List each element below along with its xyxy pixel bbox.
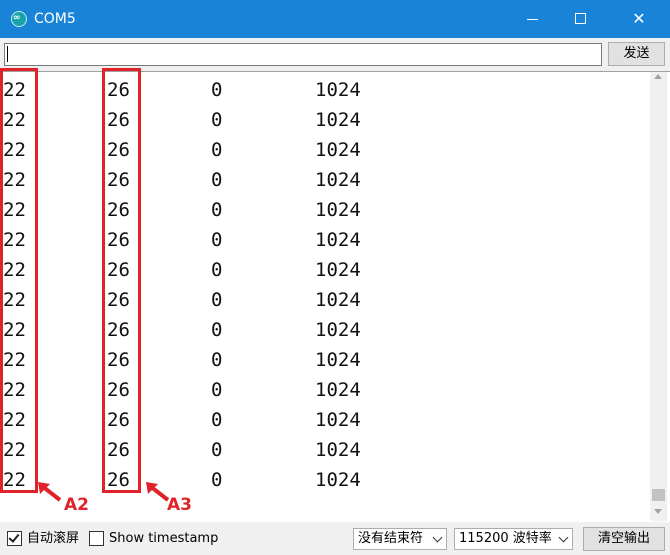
minimize-button[interactable] xyxy=(510,0,556,38)
text-caret xyxy=(7,46,8,62)
output-line: 22 26 0 1024 xyxy=(0,435,640,465)
output-value: 0 xyxy=(211,319,223,341)
output-value: 0 xyxy=(211,409,223,431)
a2-label: A2 xyxy=(64,495,89,515)
show-timestamp-checkbox[interactable] xyxy=(89,531,104,546)
checkmark-icon xyxy=(8,531,20,543)
output-line: 22 26 0 1024 xyxy=(0,285,640,315)
a2-highlight-box xyxy=(0,68,38,493)
output-value: 1024 xyxy=(315,439,361,461)
title-bar: ∞ COM5 ✕ xyxy=(0,0,670,38)
a2-arrow-icon xyxy=(38,482,62,502)
baud-rate-value: 115200 波特率 xyxy=(459,531,552,546)
output-value: 1024 xyxy=(315,229,361,251)
a3-label: A3 xyxy=(167,495,192,515)
maximize-icon xyxy=(575,13,586,24)
line-ending-select[interactable]: 没有结束符 xyxy=(353,528,447,550)
output-value: 0 xyxy=(211,469,223,491)
output-line: 22 26 0 1024 xyxy=(0,345,640,375)
send-button[interactable]: 发送 xyxy=(608,42,665,66)
show-timestamp-label[interactable]: Show timestamp xyxy=(109,530,218,547)
minimize-icon xyxy=(527,19,538,20)
output-line: 22 26 0 1024 xyxy=(0,315,640,345)
close-button[interactable]: ✕ xyxy=(616,0,662,38)
scroll-up-arrow-icon[interactable] xyxy=(654,74,662,79)
output-value: 0 xyxy=(211,379,223,401)
output-value: 0 xyxy=(211,439,223,461)
output-value: 0 xyxy=(211,259,223,281)
chevron-down-icon xyxy=(558,532,569,543)
vertical-scrollbar[interactable] xyxy=(650,72,667,521)
output-line: 22 26 0 1024 xyxy=(0,225,640,255)
output-value: 1024 xyxy=(315,289,361,311)
scroll-down-arrow-icon[interactable] xyxy=(654,509,662,514)
output-value: 1024 xyxy=(315,379,361,401)
a3-highlight-box xyxy=(102,68,141,493)
chevron-down-icon xyxy=(432,532,443,543)
output-value: 0 xyxy=(211,109,223,131)
autoscroll-checkbox[interactable] xyxy=(7,531,22,546)
output-line: 22 26 0 1024 xyxy=(0,195,640,225)
output-line: 22 26 0 1024 xyxy=(0,75,640,105)
output-value: 0 xyxy=(211,289,223,311)
output-value: 1024 xyxy=(315,259,361,281)
window-title: COM5 xyxy=(34,11,76,27)
output-line: 22 26 0 1024 xyxy=(0,465,640,495)
output-line: 22 26 0 1024 xyxy=(0,135,640,165)
output-value: 0 xyxy=(211,79,223,101)
autoscroll-label[interactable]: 自动滚屏 xyxy=(27,530,79,547)
output-line: 22 26 0 1024 xyxy=(0,255,640,285)
output-value: 1024 xyxy=(315,139,361,161)
output-value: 1024 xyxy=(315,79,361,101)
output-line: 22 26 0 1024 xyxy=(0,165,640,195)
output-line: 22 26 0 1024 xyxy=(0,375,640,405)
output-value: 0 xyxy=(211,349,223,371)
maximize-button[interactable] xyxy=(558,0,604,38)
output-value: 1024 xyxy=(315,109,361,131)
output-value: 1024 xyxy=(315,199,361,221)
output-value: 1024 xyxy=(315,409,361,431)
clear-output-button[interactable]: 清空输出 xyxy=(583,527,665,551)
output-line: 22 26 0 1024 xyxy=(0,105,640,135)
arduino-infinity-icon: ∞ xyxy=(11,11,27,27)
output-value: 0 xyxy=(211,199,223,221)
output-value: 1024 xyxy=(315,469,361,491)
bottom-toolbar: 自动滚屏 Show timestamp 没有结束符 115200 波特率 清空输… xyxy=(0,522,670,555)
line-ending-value: 没有结束符 xyxy=(358,531,424,546)
scroll-thumb[interactable] xyxy=(652,489,665,501)
output-value: 1024 xyxy=(315,169,361,191)
output-value: 1024 xyxy=(315,319,361,341)
output-line: 22 26 0 1024 xyxy=(0,405,640,435)
output-value: 0 xyxy=(211,139,223,161)
output-value: 1024 xyxy=(315,349,361,371)
output-value: 0 xyxy=(211,169,223,191)
baud-rate-select[interactable]: 115200 波特率 xyxy=(454,528,573,550)
send-input[interactable] xyxy=(4,43,602,66)
output-value: 0 xyxy=(211,229,223,251)
close-icon: ✕ xyxy=(632,9,646,28)
